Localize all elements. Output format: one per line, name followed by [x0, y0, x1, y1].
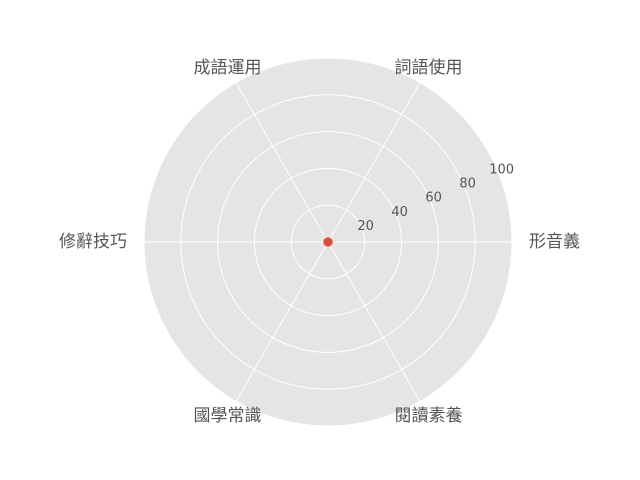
- r-tick-label: 40: [391, 205, 408, 220]
- r-tick-label: 60: [425, 191, 442, 206]
- r-tick-label: 100: [489, 163, 514, 178]
- data-point: [323, 237, 333, 247]
- axis-label: 閱讀素養: [395, 406, 463, 426]
- series-layer: [323, 237, 333, 247]
- axis-label: 形音義: [529, 232, 580, 252]
- axis-label: 詞語使用: [395, 57, 463, 78]
- axis-label: 國學常識: [194, 406, 262, 426]
- r-tick-label: 80: [459, 177, 476, 192]
- axis-label: 修辭技巧: [59, 232, 127, 252]
- radar-chart: 20 40 60 80 100 形音義 詞語使用 成語運用修辭技巧國學常識 閱讀素養: [59, 57, 580, 427]
- axis-label: 成語運用: [194, 58, 262, 78]
- r-tick-label: 20: [357, 219, 374, 234]
